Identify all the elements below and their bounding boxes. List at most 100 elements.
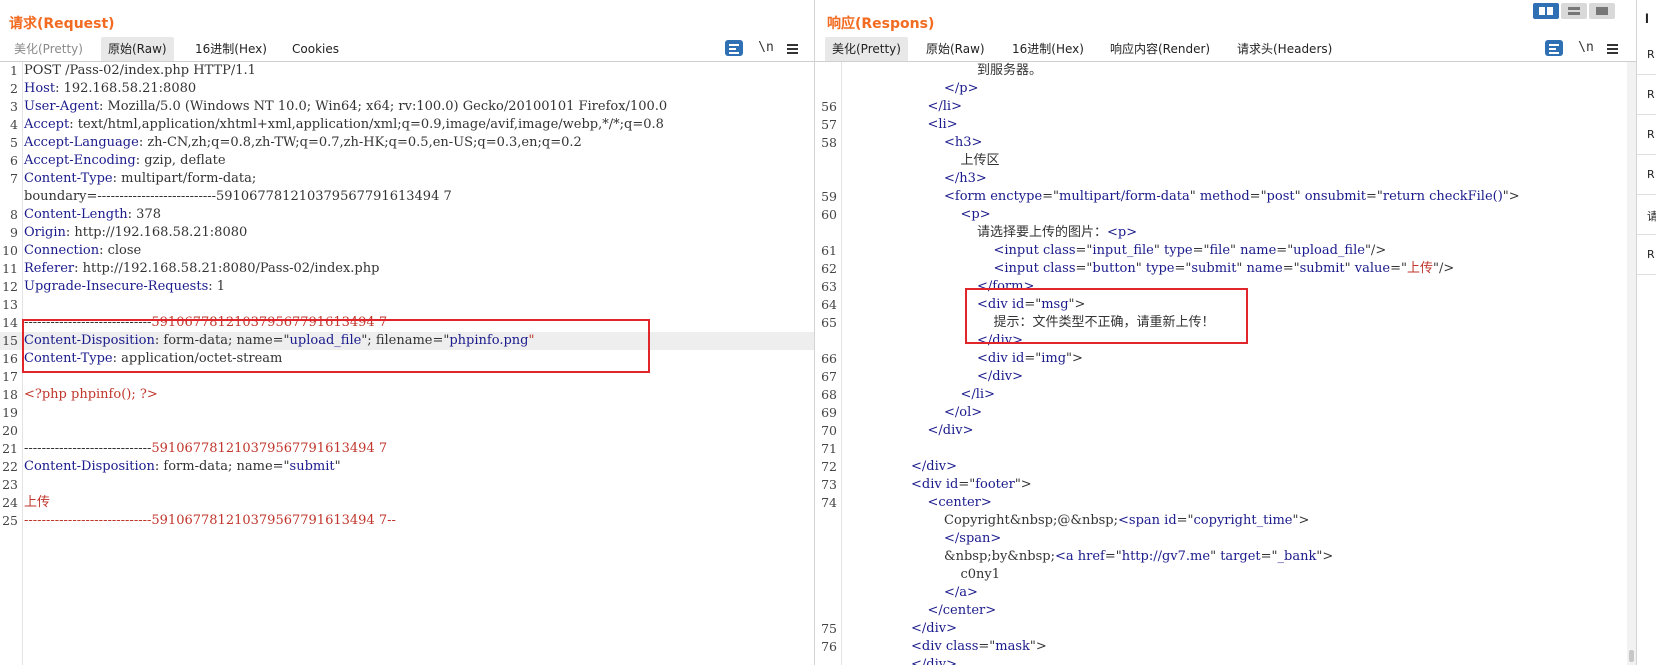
code-line[interactable]: 67 </div> xyxy=(815,368,1636,386)
response-code[interactable]: 到服务器。 </p> 56 </li> 57 <li> 58 <h3> 上传区 </h3> 59 <f… xyxy=(815,62,1636,665)
token: post xyxy=(1266,189,1295,204)
code-line[interactable]: 12 Upgrade-Insecure-Requests: 1 xyxy=(0,278,814,296)
code-line[interactable]: Copyright&nbsp;@&nbsp;<span id="copyrigh… xyxy=(815,512,1636,530)
token: file xyxy=(1209,243,1231,258)
response-editor[interactable]: 到服务器。 </p> 56 </li> 57 <li> 58 <h3> 上传区 </h3> 59 <f… xyxy=(815,62,1636,665)
code-line[interactable]: 22 Content-Disposition: form-data; name="… xyxy=(0,458,814,476)
inspector-tab[interactable]: R xyxy=(1647,48,1655,61)
response-scrollbar[interactable] xyxy=(1627,62,1636,665)
scrollbar-thumb[interactable] xyxy=(1629,650,1634,662)
code-line[interactable]: 19 xyxy=(0,404,814,422)
request-editor[interactable]: 1 POST /Pass-02/index.php HTTP/1.1 2 Host: … xyxy=(0,62,814,665)
line-text: <center> xyxy=(928,494,992,512)
tab-response-2[interactable]: 16进制(Hex) xyxy=(1005,37,1091,61)
code-line[interactable]: 58 <h3> xyxy=(815,134,1636,152)
token: Referer xyxy=(24,261,75,276)
code-line[interactable]: &nbsp;by&nbsp;<a href="http://gv7.me" ta… xyxy=(815,548,1636,566)
token: =" xyxy=(1104,549,1122,564)
tab-request-1[interactable]: 原始(Raw) xyxy=(101,37,174,61)
code-line[interactable]: 18 <?php phpinfo(); ?> xyxy=(0,386,814,404)
code-line[interactable]: 59 <form enctype="multipart/form-data" me… xyxy=(815,188,1636,206)
token: class xyxy=(1042,261,1076,276)
code-line[interactable]: 请选择要上传的图片：<p> xyxy=(815,224,1636,242)
wrap-toggle-icon[interactable] xyxy=(725,40,743,56)
code-line[interactable]: 13 xyxy=(0,296,814,314)
code-line[interactable]: 2 Host: 192.168.58.21:8080 xyxy=(0,80,814,98)
code-line[interactable]: </span> xyxy=(815,530,1636,548)
code-line[interactable]: 61 <input class="input_file" type="file" … xyxy=(815,242,1636,260)
code-line[interactable]: 到服务器。 xyxy=(815,62,1636,80)
line-number: 17 xyxy=(2,369,18,384)
tab-response-4[interactable]: 请求头(Headers) xyxy=(1230,37,1339,61)
code-line[interactable]: 4 Accept: text/html,application/xhtml+xml… xyxy=(0,116,814,134)
line-text: </h3> xyxy=(944,170,987,188)
token: mask xyxy=(995,639,1030,654)
tab-request-0[interactable]: 美化(Pretty) xyxy=(7,37,90,61)
code-line[interactable]: 7 Content-Type: multipart/form-data; xyxy=(0,170,814,188)
inspector-tab[interactable]: R xyxy=(1647,248,1655,261)
code-line[interactable]: c0ny1 xyxy=(815,566,1636,584)
code-line[interactable]: 71 xyxy=(815,440,1636,458)
single-pane-icon[interactable] xyxy=(1589,3,1615,19)
code-line[interactable]: 6 Accept-Encoding: gzip, deflate xyxy=(0,152,814,170)
code-line[interactable]: 70 </div> xyxy=(815,422,1636,440)
code-line[interactable]: 75 </div> xyxy=(815,620,1636,638)
code-line[interactable]: </a> xyxy=(815,584,1636,602)
code-line[interactable]: 57 <li> xyxy=(815,116,1636,134)
code-line[interactable]: </p> xyxy=(815,80,1636,98)
inspector-tab[interactable]: R xyxy=(1647,88,1655,101)
code-line[interactable]: 56 </li> xyxy=(815,98,1636,116)
line-number: 10 xyxy=(2,243,18,258)
line-number: 68 xyxy=(821,387,837,402)
code-line[interactable]: </center> xyxy=(815,602,1636,620)
menu-icon[interactable] xyxy=(1606,38,1620,58)
code-line[interactable]: 1 POST /Pass-02/index.php HTTP/1.1 xyxy=(0,62,814,80)
code-line[interactable]: 3 User-Agent: Mozilla/5.0 (Windows NT 10.… xyxy=(0,98,814,116)
code-line[interactable]: 69 </ol> xyxy=(815,404,1636,422)
inspector-tab[interactable]: R xyxy=(1647,128,1655,141)
inspector-tab[interactable]: 请 xyxy=(1647,208,1656,224)
tab-response-1[interactable]: 原始(Raw) xyxy=(919,37,992,61)
token: return checkFile() xyxy=(1382,189,1503,204)
tab-request-3[interactable]: Cookies xyxy=(285,37,346,61)
inspector-tab[interactable]: R xyxy=(1647,168,1655,181)
code-line[interactable]: 73 <div id="footer"> xyxy=(815,476,1636,494)
code-line[interactable]: 21 -----------------------------591067781… xyxy=(0,440,814,458)
tab-response-3[interactable]: 响应内容(Render) xyxy=(1103,37,1217,61)
split-vertical-icon[interactable] xyxy=(1533,3,1559,19)
menu-icon[interactable] xyxy=(786,38,800,58)
code-line[interactable]: 25 -----------------------------591067781… xyxy=(0,512,814,530)
code-line[interactable]: 10 Connection: close xyxy=(0,242,814,260)
code-line[interactable]: 上传区 xyxy=(815,152,1636,170)
code-line[interactable]: boundary=---------------------------5910… xyxy=(0,188,814,206)
token: Accept xyxy=(24,117,70,132)
code-line[interactable]: 20 xyxy=(0,422,814,440)
code-line[interactable]: 24 上传 xyxy=(0,494,814,512)
newline-toggle-button[interactable]: \n xyxy=(756,38,776,58)
code-line[interactable]: 74 <center> xyxy=(815,494,1636,512)
line-number: 3 xyxy=(10,99,18,114)
split-horizontal-icon[interactable] xyxy=(1561,3,1587,19)
code-line[interactable]: </h3> xyxy=(815,170,1636,188)
code-line[interactable]: </div> xyxy=(815,656,1636,665)
code-line[interactable]: 60 <p> xyxy=(815,206,1636,224)
code-line[interactable]: 76 <div class="mask"> xyxy=(815,638,1636,656)
code-line[interactable]: 11 Referer: http://192.168.58.21:8080/Pas… xyxy=(0,260,814,278)
code-line[interactable]: 5 Accept-Language: zh-CN,zh;q=0.8,zh-TW;q… xyxy=(0,134,814,152)
token: : 378 xyxy=(127,207,161,222)
code-line[interactable]: 9 Origin: http://192.168.58.21:8080 xyxy=(0,224,814,242)
code-line[interactable]: 8 Content-Length: 378 xyxy=(0,206,814,224)
line-number: 74 xyxy=(821,495,837,510)
code-line[interactable]: 23 xyxy=(0,476,814,494)
code-line[interactable]: 66 <div id="img"> xyxy=(815,350,1636,368)
newline-toggle-button[interactable]: \n xyxy=(1576,38,1596,58)
code-line[interactable]: 72 </div> xyxy=(815,458,1636,476)
token: User-Agent xyxy=(24,99,99,114)
line-text: c0ny1 xyxy=(961,566,1001,584)
tab-response-0[interactable]: 美化(Pretty) xyxy=(825,37,908,61)
token: "> xyxy=(1502,189,1520,204)
tab-request-2[interactable]: 16进制(Hex) xyxy=(188,37,274,61)
code-line[interactable]: 62 <input class="button" type="submit" na… xyxy=(815,260,1636,278)
code-line[interactable]: 68 </li> xyxy=(815,386,1636,404)
wrap-toggle-icon[interactable] xyxy=(1545,40,1563,56)
